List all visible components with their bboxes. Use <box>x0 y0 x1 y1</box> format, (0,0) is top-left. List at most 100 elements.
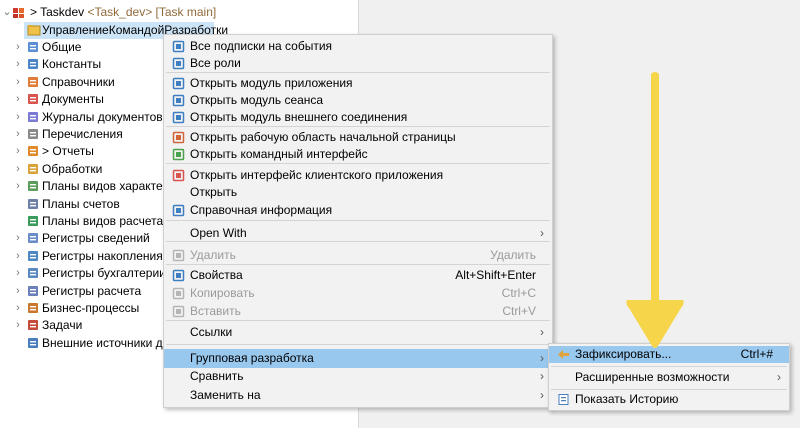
context-menu-item[interactable]: Свойства Alt+Shift+Enter <box>164 267 552 284</box>
menu-separator <box>551 389 787 390</box>
tree-item-label: > Отчеты <box>42 144 94 159</box>
chevron-right-icon[interactable]: › <box>13 56 23 73</box>
tree-item-label: Документы <box>42 92 104 107</box>
module-icon <box>172 94 185 107</box>
menu-item-label: Открыть модуль приложения <box>190 76 353 90</box>
tree-item-label: Перечисления <box>42 127 123 141</box>
tree-root-row[interactable]: ⌄ > Taskdev <Task_dev> [Task main] <box>0 4 358 21</box>
context-menu-item[interactable]: Копировать Ctrl+C <box>164 285 552 302</box>
chevron-right-icon[interactable]: › <box>13 39 23 56</box>
chevron-right-icon[interactable]: › <box>13 300 23 317</box>
calc-registers-icon <box>28 285 38 296</box>
context-menu-item[interactable]: Все подписки на события <box>164 38 552 55</box>
context-menu-item[interactable]: Ссылки › <box>164 324 552 341</box>
pencil-icon <box>172 148 185 161</box>
chevron-right-icon: › <box>540 351 544 365</box>
menu-item-label: Открыть модуль сеанса <box>190 93 324 107</box>
chevron-right-icon[interactable]: › <box>13 143 23 160</box>
context-menu-item[interactable]: Заменить на › <box>164 387 552 404</box>
chevron-right-icon[interactable]: › <box>13 178 23 195</box>
tree-item-label: Внешние источники дан <box>42 335 176 350</box>
menu-item-shortcut: Ctrl+# <box>740 347 773 361</box>
context-menu-item[interactable]: Все роли <box>164 55 552 72</box>
subsystem-icon <box>27 25 41 36</box>
menu-separator <box>166 72 550 73</box>
chevron-right-icon[interactable]: › <box>13 230 23 247</box>
chevron-right-icon[interactable]: › <box>13 265 23 282</box>
chevron-right-icon[interactable]: › <box>13 317 23 334</box>
context-menu-item[interactable]: Вставить Ctrl+V <box>164 303 552 320</box>
tree-item-label: Обработки <box>42 161 103 176</box>
documents-icon <box>28 94 38 105</box>
context-menu-item[interactable]: Открыть модуль приложения <box>164 75 552 92</box>
menu-separator <box>166 344 550 345</box>
chevron-right-icon: › <box>540 226 544 240</box>
menu-separator <box>166 220 550 221</box>
chevron-down-icon[interactable]: ⌄ <box>2 4 12 21</box>
delete-icon <box>172 249 185 262</box>
context-menu-item[interactable]: Сравнить › <box>164 368 552 385</box>
menu-separator <box>551 366 787 367</box>
context-menu-item[interactable]: Удалить Удалить <box>164 247 552 264</box>
context-menu-item[interactable]: Групповая разработка › <box>164 349 552 368</box>
context-menu-item[interactable]: Справочная информация <box>164 202 552 219</box>
tree-item-label: Журналы документов <box>42 109 163 124</box>
chevron-right-icon[interactable]: › <box>13 248 23 265</box>
menu-item-label: Копировать <box>190 286 255 300</box>
chevron-right-icon[interactable]: › <box>13 283 23 300</box>
chevron-right-icon[interactable]: › <box>13 74 23 91</box>
menu-item-label: Расширенные возможности <box>575 370 730 384</box>
tree-root-label: > Taskdev <Task_dev> [Task main] <box>30 5 217 19</box>
home-icon <box>172 131 185 144</box>
chevron-right-icon: › <box>540 388 544 402</box>
tree-item-label: Регистры сведений <box>42 231 150 246</box>
submenu-item[interactable]: Показать Историю <box>549 391 789 408</box>
tree-item-label: Регистры бухгалтерии <box>42 266 166 281</box>
chevron-right-icon: › <box>540 369 544 383</box>
tree-item-label: Планы видов характери <box>42 179 177 194</box>
menu-separator <box>166 126 550 127</box>
module-icon <box>172 111 185 124</box>
menu-item-shortcut: Alt+Shift+Enter <box>455 268 536 282</box>
properties-icon <box>172 269 185 282</box>
tree-item-label: Общие <box>42 40 82 54</box>
menu-item-label: Все подписки на события <box>190 39 333 53</box>
catalogs-icon <box>28 76 38 87</box>
tree-root-suffix: <Task_dev> [Task main] <box>87 5 217 19</box>
submenu-item[interactable]: Расширенные возможности › <box>549 369 789 386</box>
menu-item-label: Открыть командный интерфейс <box>190 147 368 161</box>
menu-item-label: Ссылки <box>190 325 233 339</box>
chevron-right-icon[interactable]: › <box>13 161 23 178</box>
menu-item-label: Все роли <box>190 56 241 70</box>
menu-item-label: Открыть рабочую область начальной страни… <box>190 130 456 144</box>
chart-char-icon <box>28 181 38 192</box>
menu-separator <box>166 163 550 164</box>
client-ui-icon <box>172 169 185 182</box>
commit-icon <box>558 350 569 359</box>
menu-item-label: Открыть модуль внешнего соединения <box>190 110 408 124</box>
chevron-right-icon[interactable]: › <box>13 126 23 143</box>
chevron-right-icon[interactable]: › <box>13 91 23 108</box>
context-menu-item[interactable]: Открыть модуль сеанса <box>164 92 552 109</box>
context-menu-item[interactable]: Открыть рабочую область начальной страни… <box>164 129 552 146</box>
menu-separator <box>166 320 550 321</box>
context-menu-item[interactable]: Open With › <box>164 225 552 242</box>
journals-icon <box>28 111 38 122</box>
chevron-right-icon[interactable]: › <box>13 109 23 126</box>
tasks-icon <box>28 320 38 331</box>
acc-registers-icon <box>28 268 38 279</box>
tree-item-label: Задачи <box>42 318 83 333</box>
context-menu-item[interactable]: Открыть модуль внешнего соединения <box>164 109 552 126</box>
context-menu-item[interactable]: Открыть интерфейс клиентского приложения <box>164 167 552 184</box>
constants-icon <box>28 59 38 70</box>
accum-registers-icon <box>28 250 38 261</box>
history-icon <box>558 394 569 405</box>
tree-item-label: Справочники <box>42 74 115 89</box>
reports-icon <box>28 146 38 157</box>
context-menu-item[interactable]: Открыть командный интерфейс <box>164 146 552 163</box>
context-menu-item[interactable]: Открыть <box>164 184 552 201</box>
menu-item-label: Сравнить <box>190 369 244 383</box>
tree-item-label: Регистры расчета <box>42 283 142 298</box>
help-icon <box>172 204 185 217</box>
menu-item-label: Open With <box>190 226 247 240</box>
